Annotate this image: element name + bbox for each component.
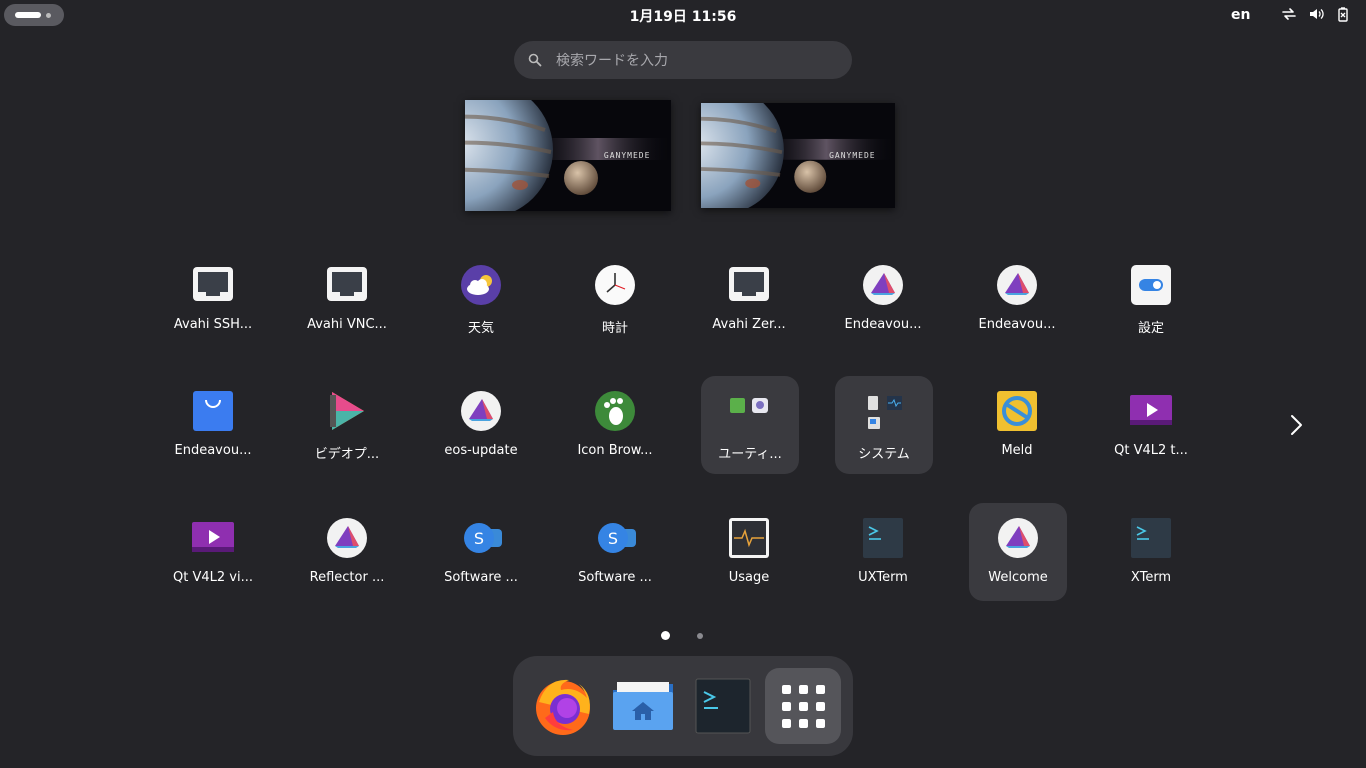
clock-icon bbox=[595, 265, 635, 305]
app-label: 天気 bbox=[467, 321, 494, 336]
app-avahi-vnc[interactable]: Avahi VNC... bbox=[298, 250, 396, 348]
app-label: ユーティ... bbox=[718, 447, 782, 462]
qt-v4l2-icon bbox=[192, 522, 234, 552]
app-label: Endeavou... bbox=[978, 317, 1056, 332]
app-label: ビデオプ... bbox=[314, 447, 380, 462]
app-avahi-zeroconf[interactable]: Avahi Zer... bbox=[700, 250, 798, 348]
app-label: eos-update bbox=[444, 443, 518, 458]
video-player-icon bbox=[330, 392, 364, 430]
app-label: Qt V4L2 t... bbox=[1114, 443, 1188, 458]
endeavour-icon bbox=[461, 391, 501, 431]
next-page-chevron-icon[interactable] bbox=[1284, 412, 1308, 438]
endeavour-icon bbox=[997, 265, 1037, 305]
monitor-icon bbox=[193, 267, 233, 301]
app-welcome[interactable]: Welcome bbox=[969, 503, 1067, 601]
app-label: UXTerm bbox=[858, 570, 908, 585]
endeavour-icon bbox=[998, 518, 1038, 558]
endeavour-icon bbox=[327, 518, 367, 558]
search-input[interactable] bbox=[554, 50, 838, 72]
show-apps-icon bbox=[782, 685, 825, 728]
app-icon-browser[interactable]: Icon Brow... bbox=[566, 376, 664, 474]
volume-icon[interactable] bbox=[1308, 6, 1324, 22]
app-software-1[interactable]: S Software ... bbox=[432, 503, 530, 601]
network-icon[interactable] bbox=[1281, 6, 1297, 22]
folder-utilities[interactable]: ユーティ... bbox=[701, 376, 799, 474]
app-label: Usage bbox=[728, 570, 770, 585]
terminal-icon bbox=[863, 518, 903, 558]
app-label: Meld bbox=[1001, 443, 1033, 458]
keyboard-layout[interactable]: en bbox=[1231, 7, 1250, 23]
app-meld[interactable]: Meld bbox=[968, 376, 1066, 474]
wallpaper-caption: GANYMEDE bbox=[829, 151, 876, 161]
meld-icon bbox=[997, 391, 1037, 431]
app-label: Avahi VNC... bbox=[307, 317, 387, 332]
clock[interactable]: 1月19日 11:56 bbox=[0, 6, 1366, 26]
app-settings[interactable]: 設定 bbox=[1102, 250, 1200, 348]
terminal-icon bbox=[1131, 518, 1171, 558]
dock-files[interactable] bbox=[605, 668, 681, 744]
app-label: Software ... bbox=[444, 570, 518, 585]
app-uxterm[interactable]: UXTerm bbox=[834, 503, 932, 601]
search-icon bbox=[528, 53, 542, 67]
app-usage[interactable]: Usage bbox=[700, 503, 798, 601]
app-endeavour-1[interactable]: Endeavou... bbox=[834, 250, 932, 348]
shopping-bag-icon bbox=[193, 391, 233, 431]
folder-utilities-icon bbox=[730, 398, 768, 413]
terminal-icon bbox=[695, 678, 751, 734]
monitor-icon bbox=[327, 267, 367, 301]
monitor-icon bbox=[729, 267, 769, 301]
app-eos-update[interactable]: eos-update bbox=[432, 376, 530, 474]
qt-v4l2-icon bbox=[1130, 395, 1172, 425]
settings-toggle-icon bbox=[1131, 265, 1171, 305]
search-bar[interactable] bbox=[514, 41, 852, 79]
app-label: Welcome bbox=[988, 570, 1048, 585]
workspace-thumbnail-1[interactable]: GANYMEDE bbox=[465, 100, 671, 211]
dock-terminal[interactable] bbox=[685, 668, 761, 744]
usage-monitor-icon bbox=[729, 518, 769, 558]
app-weather[interactable]: 天気 bbox=[432, 250, 530, 348]
app-label: Avahi SSH... bbox=[173, 317, 253, 332]
top-bar: 1月19日 11:56 en bbox=[0, 0, 1366, 30]
dock-firefox[interactable] bbox=[525, 668, 601, 744]
app-endeavour-2[interactable]: Endeavou... bbox=[968, 250, 1066, 348]
svg-text:S: S bbox=[608, 529, 618, 548]
page-indicator-1[interactable] bbox=[661, 631, 670, 640]
folder-system[interactable]: システム bbox=[835, 376, 933, 474]
app-label: Icon Brow... bbox=[577, 443, 653, 458]
show-apps-button[interactable] bbox=[765, 668, 841, 744]
app-clocks[interactable]: 時計 bbox=[566, 250, 664, 348]
app-qt-v4l2-viewer[interactable]: Qt V4L2 vi... bbox=[164, 503, 262, 601]
endeavour-icon bbox=[863, 265, 903, 305]
workspace-thumbnail-2[interactable]: GANYMEDE bbox=[701, 103, 895, 208]
app-software-2[interactable]: S Software ... bbox=[566, 503, 664, 601]
software-icon: S bbox=[598, 523, 636, 553]
app-label: システム bbox=[858, 447, 910, 462]
gnome-foot-icon bbox=[595, 391, 635, 431]
software-icon: S bbox=[464, 523, 502, 553]
app-label: Avahi Zer... bbox=[712, 317, 786, 332]
page-indicator-2[interactable] bbox=[697, 633, 703, 639]
app-label: Endeavou... bbox=[174, 443, 252, 458]
app-label: Qt V4L2 vi... bbox=[173, 570, 253, 585]
app-endeavour-store[interactable]: Endeavou... bbox=[164, 376, 262, 474]
app-xterm[interactable]: XTerm bbox=[1102, 503, 1200, 601]
battery-icon[interactable] bbox=[1335, 6, 1351, 22]
app-qt-v4l2-test[interactable]: Qt V4L2 t... bbox=[1102, 376, 1200, 474]
app-avahi-ssh[interactable]: Avahi SSH... bbox=[164, 250, 262, 348]
app-label: 時計 bbox=[601, 321, 628, 336]
app-reflector[interactable]: Reflector ... bbox=[298, 503, 396, 601]
svg-text:S: S bbox=[474, 529, 484, 548]
folder-system-icon bbox=[868, 396, 902, 429]
firefox-icon bbox=[536, 679, 590, 735]
home-folder-icon bbox=[613, 682, 673, 730]
app-label: 設定 bbox=[1137, 321, 1164, 336]
wallpaper-caption: GANYMEDE bbox=[603, 151, 651, 161]
app-label: Endeavou... bbox=[844, 317, 922, 332]
app-video-player[interactable]: ビデオプ... bbox=[298, 376, 396, 474]
weather-icon bbox=[461, 265, 501, 305]
app-label: XTerm bbox=[1130, 570, 1172, 585]
app-label: Software ... bbox=[578, 570, 652, 585]
app-label: Reflector ... bbox=[309, 570, 385, 585]
